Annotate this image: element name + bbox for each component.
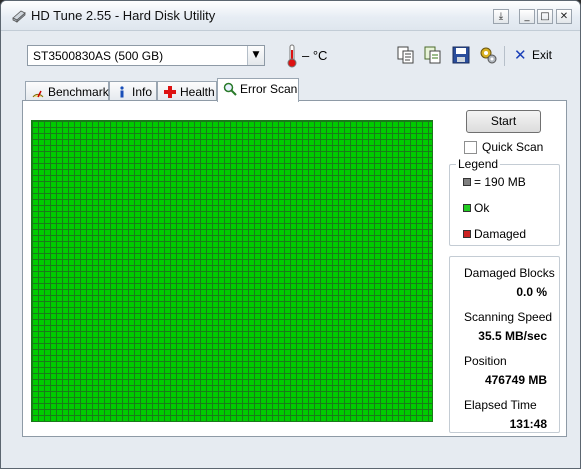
legend-block-size-label: = 190 MB [474, 175, 526, 189]
toolbar-divider [504, 46, 505, 66]
copy-info-icon[interactable] [423, 45, 443, 65]
save-icon[interactable] [451, 45, 471, 65]
chevron-down-icon[interactable]: ▼ [247, 46, 264, 65]
legend-item-block-size: = 190 MB [463, 175, 526, 189]
tab-health[interactable]: Health [157, 81, 217, 101]
legend-damaged-label: Damaged [474, 227, 527, 241]
red-swatch-icon [463, 230, 471, 238]
position-value: 476749 MB [484, 373, 547, 387]
drive-select[interactable]: ST3500830AS (500 GB) ▼ [27, 45, 265, 66]
gray-swatch-icon [463, 178, 471, 186]
magnifier-icon [223, 82, 237, 96]
legend-title: Legend [456, 157, 501, 171]
health-icon [164, 86, 176, 98]
elapsed-time-value: 131:48 [509, 417, 547, 431]
green-swatch-icon [463, 204, 471, 212]
tab-benchmark[interactable]: Benchmark [25, 81, 109, 101]
app-window: HD Tune 2.55 - Hard Disk Utility ⤓ _ □ ✕… [0, 0, 581, 469]
close-button[interactable]: ✕ [556, 9, 572, 24]
start-button[interactable]: Start [466, 110, 541, 133]
pin-button[interactable]: ⤓ [493, 9, 509, 24]
hdtune-app-icon [12, 10, 26, 23]
minimize-button[interactable]: _ [519, 9, 535, 24]
legend-group: Legend = 190 MB Ok Damaged [449, 157, 560, 246]
legend-item-ok: Ok [463, 201, 489, 215]
tab-info-label: Info [132, 85, 153, 99]
tab-benchmark-label: Benchmark [48, 85, 109, 99]
damaged-blocks-label: Damaged Blocks [464, 266, 555, 280]
scanning-speed-label: Scanning Speed [464, 310, 553, 324]
error-scan-panel: Start Quick Scan Legend = 190 MB Ok Dama… [22, 100, 567, 437]
tab-error-scan[interactable]: Error Scan [217, 78, 299, 102]
scan-stats-group: Damaged Blocks 0.0 % Scanning Speed 35.5… [449, 256, 560, 433]
legend-item-damaged: Damaged [463, 227, 526, 241]
tab-error-scan-label: Error Scan [240, 82, 298, 96]
quick-scan-checkbox[interactable] [464, 141, 477, 154]
thermometer-icon [287, 44, 297, 68]
copy-text-icon[interactable] [396, 45, 416, 65]
damaged-blocks-value: 0.0 % [516, 285, 547, 299]
window-title: HD Tune 2.55 - Hard Disk Utility [31, 8, 216, 23]
position-label: Position [464, 354, 507, 368]
drive-select-value: ST3500830AS (500 GB) [33, 49, 164, 63]
tab-info[interactable]: Info [109, 81, 157, 101]
exit-button[interactable]: ✕ Exit [514, 46, 554, 65]
title-bar[interactable]: HD Tune 2.55 - Hard Disk Utility ⤓ _ □ ✕ [1, 1, 580, 31]
exit-label: Exit [532, 48, 553, 62]
maximize-button[interactable]: □ [537, 9, 553, 24]
quick-scan-label: Quick Scan [482, 140, 544, 154]
toolbar: ST3500830AS (500 GB) ▼ – °C ✕ Exit [1, 31, 580, 79]
scanning-speed-value: 35.5 MB/sec [478, 329, 547, 343]
scan-block-map [31, 120, 433, 422]
legend-ok-label: Ok [474, 201, 490, 215]
exit-icon: ✕ [514, 46, 527, 64]
info-icon [120, 86, 124, 98]
tab-health-label: Health [180, 85, 215, 99]
benchmark-icon [32, 90, 44, 98]
options-icon[interactable] [478, 45, 498, 65]
elapsed-time-label: Elapsed Time [464, 398, 537, 412]
temperature-readout: – °C [302, 48, 328, 63]
